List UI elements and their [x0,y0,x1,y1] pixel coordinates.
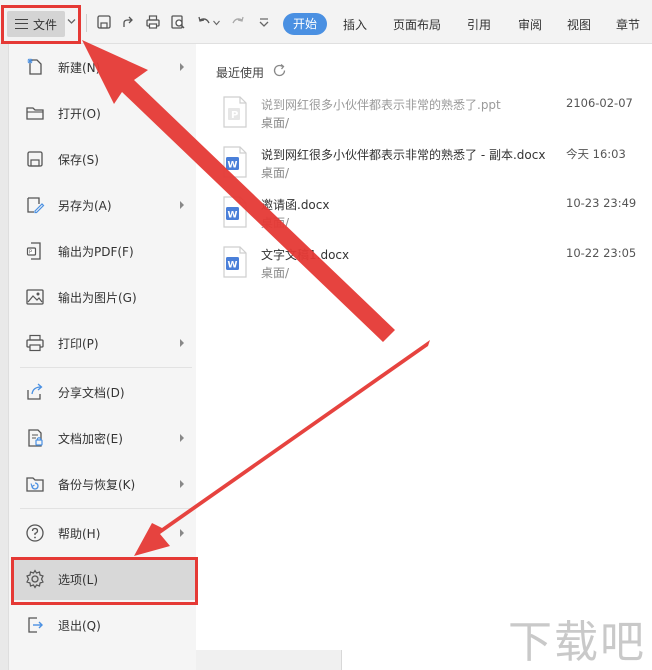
watermark-logo: 下载吧 [508,617,646,668]
svg-text:W: W [228,161,238,171]
sidebar-edge [0,44,9,670]
print-icon[interactable] [145,14,161,30]
folder-icon [26,107,44,120]
menu-item-new[interactable]: 新建(N) [9,47,196,87]
file-time: 10-23 23:49 [566,196,637,210]
word-file-icon: W [223,246,247,278]
chevron-right-icon [180,480,184,488]
menu-item-exit[interactable]: 退出(Q) [9,605,196,645]
image-icon [26,289,44,305]
tab-home[interactable]: 开始 [283,13,327,35]
menu-item-export-image[interactable]: 输出为图片(G) [9,277,196,317]
menu-item-save-as[interactable]: 另存为(A) [9,185,196,225]
save-icon [27,151,43,167]
save-icon[interactable] [96,14,112,30]
file-path: 桌面/ [261,166,290,180]
recent-file-item[interactable]: W 说到网红很多小伙伴都表示非常的熟悉了 - 副本.docx 桌面/ 今天 16… [222,146,642,190]
tab-review[interactable]: 审阅 [518,16,542,33]
recent-file-item[interactable]: P 说到网红很多小伙伴都表示非常的熟悉了.ppt 桌面/ 2106-02-07 [222,96,642,140]
file-name: 说到网红很多小伙伴都表示非常的熟悉了 - 副本.docx [261,148,546,162]
exit-icon [28,617,43,633]
new-document-icon [27,58,42,75]
file-path: 桌面/ [261,266,290,280]
svg-text:P: P [231,110,238,121]
word-file-icon: W [223,146,247,178]
menu-item-label: 保存(S) [58,153,99,167]
menu-item-label: 输出为PDF(F) [58,245,134,259]
menu-item-backup[interactable]: 备份与恢复(K) [9,464,196,504]
ppt-file-icon: P [223,96,247,128]
file-time: 10-22 23:05 [566,246,637,260]
tab-section[interactable]: 章节 [616,16,640,33]
save-as-icon [27,197,45,214]
refresh-icon[interactable] [272,63,287,78]
menu-item-label: 输出为图片(G) [58,291,137,305]
file-button-highlight [1,5,81,44]
backup-icon [26,477,44,492]
menu-item-label: 另存为(A) [58,199,112,213]
share-icon [27,383,43,400]
menu-item-label: 帮助(H) [58,527,101,541]
file-time: 今天 16:03 [566,147,626,161]
options-highlight [11,557,198,605]
svg-text:W: W [228,211,238,221]
toolbar: 文件 开始 插入 页面布局 引用 审阅 视图 章节 [0,0,652,44]
redo-icon[interactable] [230,14,246,30]
file-name: 邀请函.docx [261,198,330,212]
recent-file-item[interactable]: W 文字文稿1.docx 桌面/ 10-22 23:05 [222,246,642,290]
file-time: 2106-02-07 [566,96,633,110]
menu-item-label: 打开(O) [58,107,101,121]
menu-item-encrypt[interactable]: 文档加密(E) [9,418,196,458]
export-icon[interactable] [120,14,136,30]
menu-item-label: 备份与恢复(K) [58,478,136,492]
tab-page-layout[interactable]: 页面布局 [393,16,441,33]
chevron-right-icon [180,339,184,347]
menu-item-save[interactable]: 保存(S) [9,139,196,179]
help-icon [26,524,44,542]
menu-item-label: 文档加密(E) [58,432,123,446]
menu-divider [20,367,192,368]
menu-item-label: 新建(N) [58,61,101,75]
print-preview-icon[interactable] [170,14,186,30]
file-name: 说到网红很多小伙伴都表示非常的熟悉了.ppt [261,98,501,112]
recent-file-item[interactable]: W 邀请函.docx 桌面/ 10-23 23:49 [222,196,642,240]
word-file-icon: W [223,196,247,228]
menu-divider [20,508,192,509]
tab-insert[interactable]: 插入 [343,16,367,33]
menu-item-label: 打印(P) [58,337,99,351]
svg-text:P: P [29,250,32,256]
file-name: 文字文稿1.docx [261,248,350,262]
toolbar-divider [86,14,87,32]
pdf-icon: P [26,242,41,260]
chevron-right-icon [180,529,184,537]
recent-files-title: 最近使用 [216,66,265,80]
menu-item-export-pdf[interactable]: P 输出为PDF(F) [9,231,196,271]
menu-item-help[interactable]: 帮助(H) [9,513,196,553]
file-path: 桌面/ [261,116,290,130]
svg-text:W: W [228,261,238,271]
file-path: 桌面/ [261,216,290,230]
print-icon [26,334,44,352]
menu-item-print[interactable]: 打印(P) [9,323,196,363]
encrypt-icon [28,429,43,447]
menu-item-label: 分享文档(D) [58,386,125,400]
chevron-right-icon [180,201,184,209]
chevron-right-icon [180,434,184,442]
tab-view[interactable]: 视图 [567,16,591,33]
more-icon[interactable] [256,14,272,30]
chevron-right-icon [180,63,184,71]
tab-references[interactable]: 引用 [467,16,491,33]
undo-icon[interactable] [196,14,212,30]
menu-item-label: 退出(Q) [58,619,101,633]
undo-dropdown-icon[interactable] [213,20,220,26]
menu-item-share[interactable]: 分享文档(D) [9,372,196,412]
menu-item-open[interactable]: 打开(O) [9,93,196,133]
